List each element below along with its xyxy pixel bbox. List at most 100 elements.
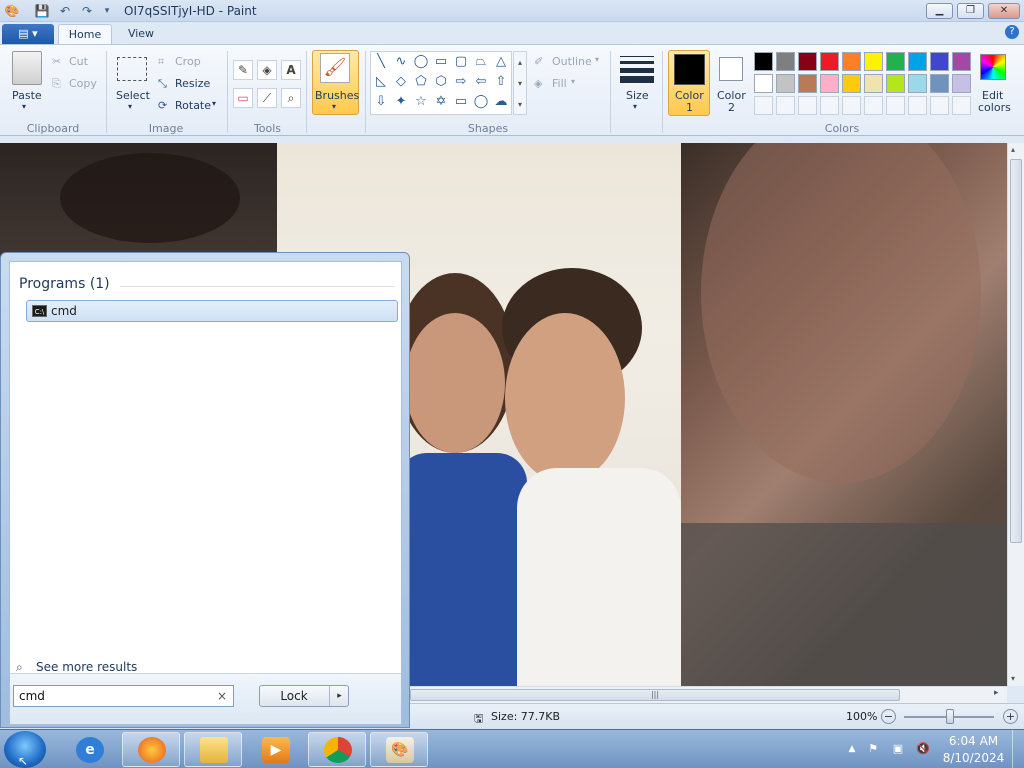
color1-swatch[interactable] (674, 54, 705, 85)
clear-search-icon[interactable]: × (217, 689, 227, 703)
palette-empty-swatch[interactable] (908, 96, 927, 115)
palette-empty-swatch[interactable] (776, 96, 795, 115)
cut-icon[interactable]: ✂ (52, 55, 61, 68)
start-search-input[interactable]: cmd × (13, 685, 234, 707)
palette-swatch[interactable] (754, 74, 773, 93)
vertical-scrollbar[interactable]: ▴ ▾ (1007, 143, 1024, 686)
minimize-button[interactable]: ▁ (926, 3, 953, 19)
lock-button-label[interactable]: Lock (260, 689, 328, 703)
pencil-icon[interactable]: ✎ (233, 60, 253, 80)
copy-icon[interactable]: ⎘ (52, 77, 61, 91)
lock-button[interactable]: Lock ▸ (259, 685, 349, 707)
outline-dropdown-icon[interactable]: ▾ (595, 55, 599, 64)
search-input-value[interactable]: cmd (19, 689, 45, 703)
show-hidden-icons[interactable]: ▲ (845, 742, 859, 756)
palette-swatch[interactable] (908, 52, 927, 71)
cut-button[interactable]: Cut (69, 55, 88, 68)
palette-swatch[interactable] (842, 52, 861, 71)
five-point-star-shape-icon[interactable]: ☆ (412, 93, 430, 111)
close-button[interactable]: ✕ (988, 3, 1020, 19)
taskbar-file-explorer[interactable] (184, 732, 242, 767)
six-point-star-shape-icon[interactable]: ✡ (432, 93, 450, 111)
size-button[interactable]: Size (626, 89, 649, 102)
program-result-cmd[interactable]: C:\ cmd (26, 300, 398, 322)
palette-swatch[interactable] (776, 74, 795, 93)
taskbar-chrome[interactable] (308, 732, 366, 767)
zoom-in-button[interactable]: + (1003, 709, 1018, 724)
paste-button[interactable]: Paste (12, 89, 42, 102)
outline-icon[interactable]: ✐ (534, 55, 543, 68)
eraser-icon[interactable]: ▭ (233, 88, 253, 108)
rotate-button[interactable]: Rotate (175, 99, 211, 112)
palette-swatch[interactable] (864, 52, 883, 71)
palette-empty-swatch[interactable] (842, 96, 861, 115)
right-arrow-shape-icon[interactable]: ⇨ (452, 73, 470, 91)
palette-swatch[interactable] (864, 74, 883, 93)
down-arrow-shape-icon[interactable]: ⇩ (372, 93, 390, 111)
clock-date[interactable]: 8/10/2024 (941, 751, 1006, 765)
fill-icon[interactable]: ◈ (534, 77, 542, 90)
brushes-label[interactable]: Brushes (315, 89, 359, 102)
redo-icon[interactable]: ↷ (79, 3, 95, 19)
rotate-icon[interactable]: ⟳ (158, 99, 167, 112)
triangle-shape-icon[interactable]: △ (492, 53, 510, 71)
fill-bucket-icon[interactable]: ◈ (257, 60, 277, 80)
palette-swatch[interactable] (886, 52, 905, 71)
line-shape-icon[interactable]: ╲ (372, 53, 390, 71)
resize-icon[interactable]: ⤡ (158, 77, 167, 91)
action-center-flag-icon[interactable]: ⚑ (866, 742, 880, 756)
paste-dropdown-icon[interactable]: ▾ (22, 102, 26, 111)
left-arrow-shape-icon[interactable]: ⇦ (472, 73, 490, 91)
color2-swatch[interactable] (719, 57, 743, 81)
taskbar-paint[interactable]: 🎨 (370, 732, 428, 767)
paste-icon[interactable] (12, 51, 42, 85)
taskbar-internet-explorer[interactable]: e (60, 732, 118, 767)
palette-swatch[interactable] (908, 74, 927, 93)
hexagon-shape-icon[interactable]: ⬡ (432, 73, 450, 91)
palette-swatch[interactable] (952, 52, 971, 71)
color1-number[interactable]: 1 (686, 101, 693, 114)
palette-swatch[interactable] (820, 52, 839, 71)
palette-empty-swatch[interactable] (952, 96, 971, 115)
show-desktop-button[interactable] (1012, 730, 1024, 768)
network-icon[interactable]: ▣ (891, 742, 905, 756)
palette-swatch[interactable] (798, 74, 817, 93)
select-dropdown-icon[interactable]: ▾ (128, 102, 132, 111)
palette-empty-swatch[interactable] (798, 96, 817, 115)
cloud-callout-shape-icon[interactable]: ☁ (492, 93, 510, 111)
palette-swatch[interactable] (776, 52, 795, 71)
palette-swatch[interactable] (952, 74, 971, 93)
color2-number[interactable]: 2 (728, 101, 735, 114)
clock-time[interactable]: 6:04 AM (941, 734, 1006, 748)
up-arrow-shape-icon[interactable]: ⇧ (492, 73, 510, 91)
oval-callout-shape-icon[interactable]: ◯ (472, 93, 490, 111)
rotate-dropdown-icon[interactable]: ▾ (212, 99, 216, 108)
customize-qat-icon[interactable]: ▾ (99, 3, 115, 19)
palette-swatch[interactable] (886, 74, 905, 93)
size-icon[interactable] (620, 55, 654, 83)
help-icon[interactable]: ? (1005, 25, 1019, 39)
palette-swatch[interactable] (754, 52, 773, 71)
palette-swatch[interactable] (930, 74, 949, 93)
save-icon[interactable]: 💾 (34, 3, 50, 19)
palette-swatch[interactable] (798, 52, 817, 71)
taskbar-media-player[interactable]: ▶ (246, 732, 304, 767)
palette-empty-swatch[interactable] (886, 96, 905, 115)
text-tool-icon[interactable]: A (281, 60, 301, 80)
tab-home[interactable]: Home (58, 24, 112, 45)
right-triangle-shape-icon[interactable]: ◺ (372, 73, 390, 91)
curve-shape-icon[interactable]: ∿ (392, 53, 410, 71)
edit-colors-label-line2[interactable]: colors (978, 101, 1011, 114)
crop-icon[interactable]: ⌗ (158, 55, 164, 69)
file-menu-button[interactable]: ▤ ▾ (2, 24, 54, 44)
resize-button[interactable]: Resize (175, 77, 210, 90)
volume-muted-icon[interactable]: 🔇 (916, 742, 930, 756)
color-picker-icon[interactable]: ⟋ (257, 88, 277, 108)
undo-icon[interactable]: ↶ (57, 3, 73, 19)
crop-button[interactable]: Crop (175, 55, 201, 68)
brush-icon[interactable]: 🖌 (320, 53, 350, 83)
outline-button[interactable]: Outline (552, 55, 592, 68)
polygon-shape-icon[interactable]: ⏢ (472, 53, 490, 71)
oval-shape-icon[interactable]: ◯ (412, 53, 430, 71)
taskbar-firefox[interactable] (122, 732, 180, 767)
